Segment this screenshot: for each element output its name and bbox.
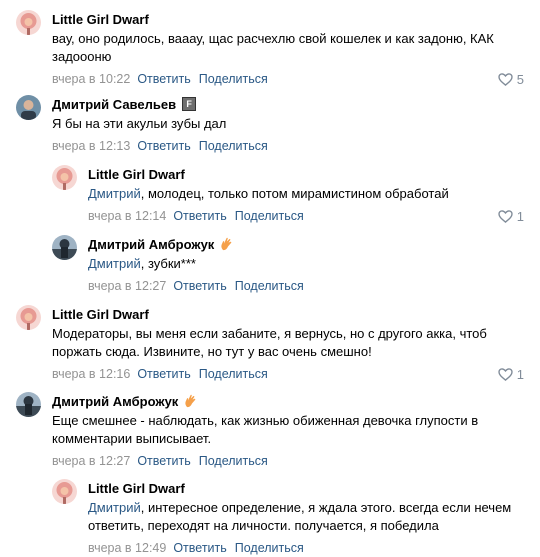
comment-item: Little Girl Dwarf Дмитрий, молодец, толь…: [52, 165, 524, 225]
reply-button[interactable]: Ответить: [173, 279, 226, 293]
share-button[interactable]: Поделиться: [235, 209, 304, 223]
comment-item: Little Girl Dwarf вау, оно родилось, ваа…: [16, 10, 524, 88]
avatar[interactable]: [52, 479, 77, 504]
badge-icon: F: [182, 97, 197, 111]
comment-item: Little Girl Dwarf Дмитрий, интересное оп…: [52, 479, 524, 557]
author-name[interactable]: Little Girl Dwarf: [88, 481, 185, 496]
comment-timestamp[interactable]: вчера в 12:14: [88, 209, 166, 223]
comment-thread: Little Girl Dwarf вау, оно родилось, ваа…: [0, 0, 540, 555]
reply-button[interactable]: Ответить: [173, 541, 226, 555]
comment-text: Дмитрий, молодец, только потом мирамисти…: [88, 186, 449, 201]
share-button[interactable]: Поделиться: [235, 279, 304, 293]
comment-text: вау, оно родилось, вааау, щас расчехлю с…: [52, 31, 494, 64]
like-count: 1: [516, 208, 524, 224]
mention-link[interactable]: Дмитрий: [88, 186, 141, 201]
comment-text: Я бы на эти акульи зубы дал: [52, 116, 227, 131]
mention-link[interactable]: Дмитрий: [88, 256, 141, 271]
share-button[interactable]: Поделиться: [199, 454, 268, 468]
avatar[interactable]: [16, 10, 41, 35]
avatar[interactable]: [16, 305, 41, 330]
author-name[interactable]: Little Girl Dwarf: [52, 307, 149, 322]
comment-timestamp[interactable]: вчера в 12:27: [52, 454, 130, 468]
reply-button[interactable]: Ответить: [137, 454, 190, 468]
like-count: 5: [516, 71, 524, 87]
comment-timestamp[interactable]: вчера в 12:16: [52, 367, 130, 381]
author-name[interactable]: Little Girl Dwarf: [88, 167, 185, 182]
comment-timestamp[interactable]: вчера в 12:49: [88, 541, 166, 555]
comment-timestamp[interactable]: вчера в 10:22: [52, 72, 130, 86]
reply-button[interactable]: Ответить: [137, 72, 190, 86]
heart-icon: [498, 367, 513, 381]
share-button[interactable]: Поделиться: [199, 367, 268, 381]
hand-emoji-icon: [185, 394, 196, 408]
mention-link[interactable]: Дмитрий: [88, 500, 141, 515]
comment-item: Дмитрий Амброжук Еще смешнее - наблюдать…: [16, 392, 524, 470]
like-count: 1: [516, 366, 524, 382]
reply-button[interactable]: Ответить: [137, 139, 190, 153]
reply-button[interactable]: Ответить: [137, 367, 190, 381]
comment-text: Дмитрий, интересное определение, я ждала…: [88, 500, 512, 533]
reply-button[interactable]: Ответить: [173, 209, 226, 223]
comment-timestamp[interactable]: вчера в 12:27: [88, 279, 166, 293]
comment-item: Little Girl Dwarf Модераторы, вы меня ес…: [16, 305, 524, 383]
comment-item: Дмитрий Амброжук Дмитрий, зубки*** вчера…: [52, 235, 524, 295]
heart-icon: [498, 209, 513, 223]
comment-item: Дмитрий Савельев F Я бы на эти акульи зуб…: [16, 95, 524, 155]
author-name[interactable]: Дмитрий Амброжук: [88, 237, 214, 252]
share-button[interactable]: Поделиться: [235, 541, 304, 555]
author-name[interactable]: Дмитрий Амброжук: [52, 394, 178, 409]
share-button[interactable]: Поделиться: [199, 139, 268, 153]
author-name[interactable]: Дмитрий Савельев: [52, 97, 176, 112]
comment-text: Дмитрий, зубки***: [88, 256, 196, 271]
share-button[interactable]: Поделиться: [199, 72, 268, 86]
comment-timestamp[interactable]: вчера в 12:13: [52, 139, 130, 153]
comment-text: Модераторы, вы меня если забаните, я вер…: [52, 326, 487, 359]
hand-emoji-icon: [221, 237, 232, 251]
avatar[interactable]: [52, 235, 77, 260]
like-button[interactable]: 1: [498, 207, 524, 225]
comment-text: Еще смешнее - наблюдать, как жизнью обиж…: [52, 413, 479, 446]
like-button[interactable]: 1: [498, 365, 524, 383]
like-button[interactable]: 5: [498, 70, 524, 88]
avatar[interactable]: [16, 95, 41, 120]
heart-icon: [498, 72, 513, 86]
author-name[interactable]: Little Girl Dwarf: [52, 12, 149, 27]
avatar[interactable]: [16, 392, 41, 417]
avatar[interactable]: [52, 165, 77, 190]
